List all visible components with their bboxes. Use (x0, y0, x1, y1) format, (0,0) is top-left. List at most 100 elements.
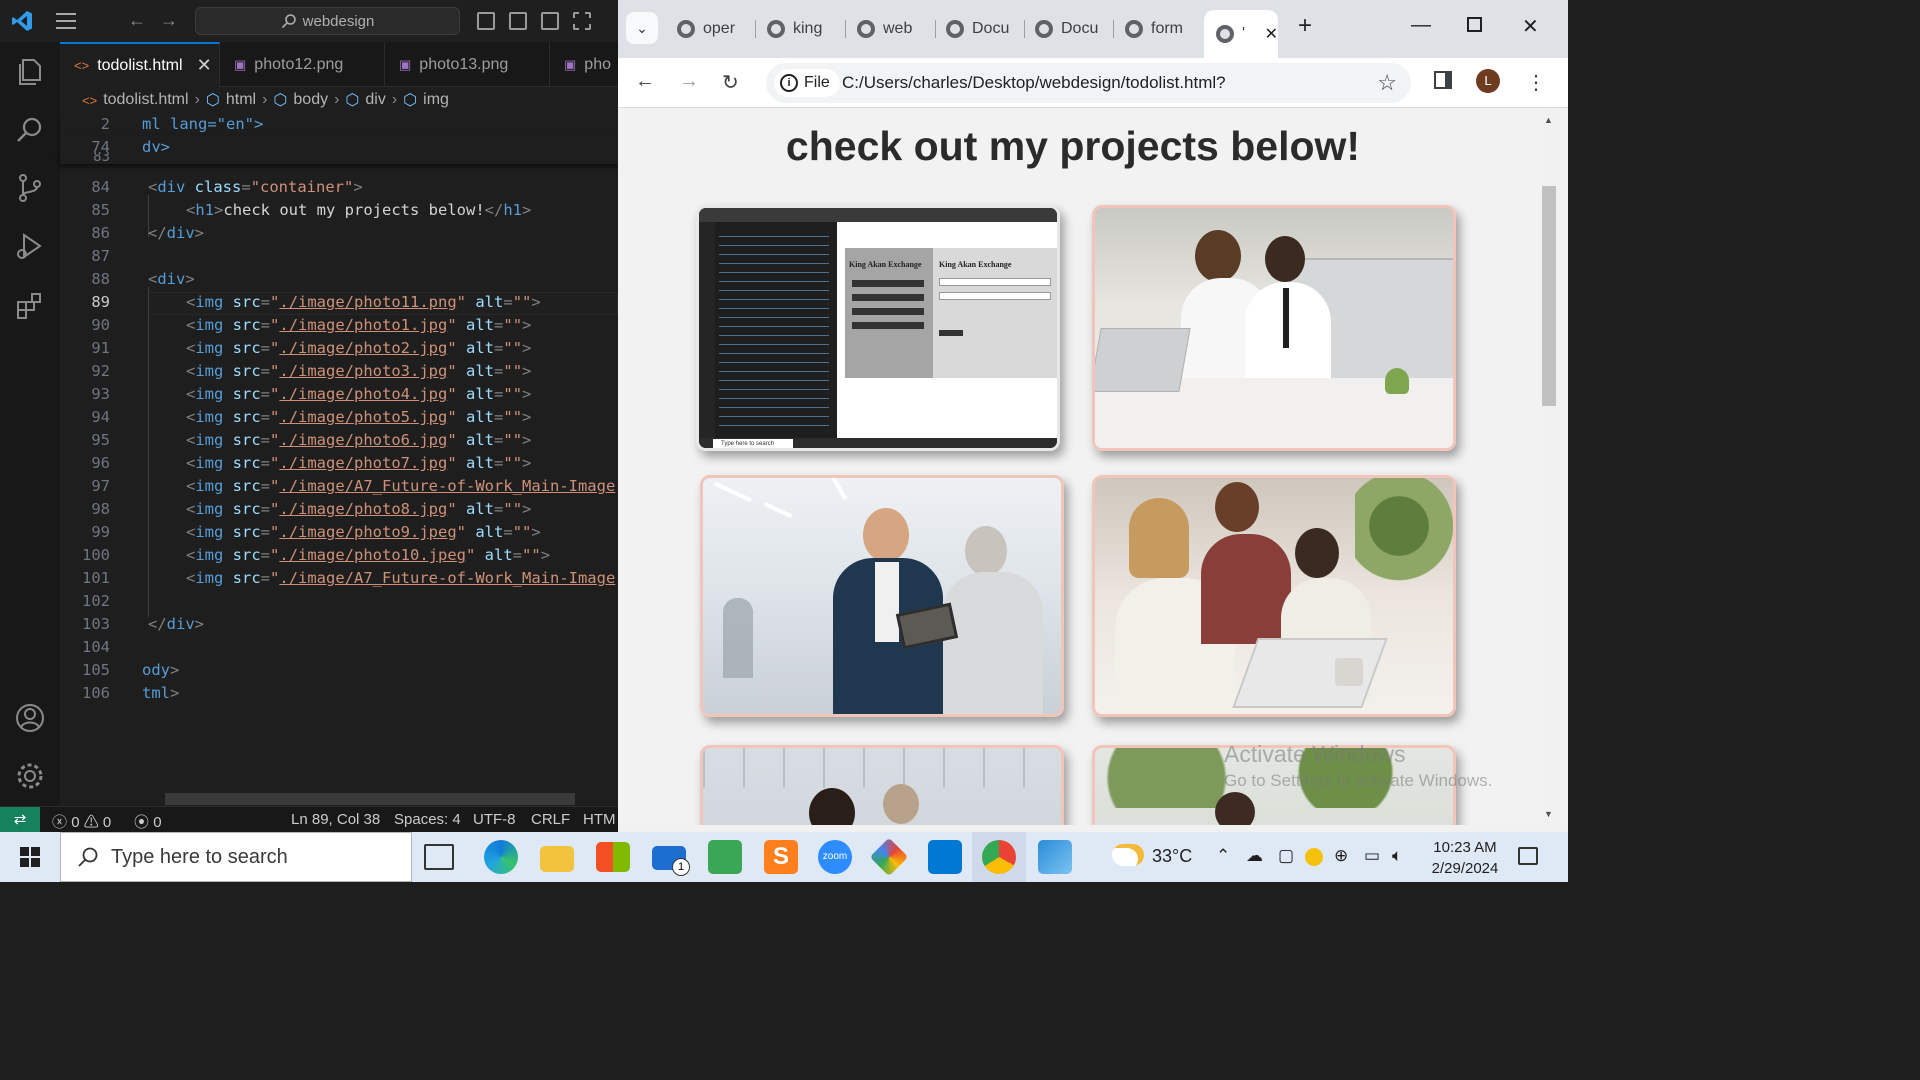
ports-indicator[interactable]: ⦿ 0 (134, 811, 162, 832)
scroll-up-arrow-icon[interactable]: ▲ (1544, 115, 1553, 125)
code-line[interactable]: 89 <img src="./image/photo11.png" alt=""> (60, 291, 618, 314)
code-line[interactable]: 95 <img src="./image/photo6.jpg" alt=""> (60, 429, 618, 452)
breadcrumb-file[interactable]: todolist.html (103, 91, 188, 109)
code-line[interactable]: 101 <img src="./image/A7_Future-of-Work_M… (60, 567, 618, 590)
code-line[interactable]: 105 ody> (60, 659, 618, 682)
close-tab-icon[interactable]: ✕ (197, 55, 212, 76)
volume-icon[interactable]: 🔈︎ (1392, 846, 1402, 866)
url-text[interactable]: C:/Users/charles/Desktop/webdesign/todol… (842, 73, 1226, 93)
code-line[interactable]: 88 <div> (60, 268, 618, 291)
scroll-down-arrow-icon[interactable]: ▼ (1544, 809, 1553, 819)
file-explorer-icon[interactable] (540, 846, 574, 872)
code-line[interactable]: 104 (60, 636, 618, 659)
photos-app-icon[interactable] (1038, 840, 1072, 874)
site-info-chip[interactable]: i File (774, 69, 840, 97)
tab-photo13-png[interactable]: ▣ photo13.png (385, 42, 550, 87)
code-line[interactable]: 103 </div> (60, 613, 618, 636)
address-bar[interactable]: i File C:/Users/charles/Desktop/webdesig… (766, 63, 1411, 103)
code-line[interactable]: 94 <img src="./image/photo5.jpg" alt=""> (60, 406, 618, 429)
code-line[interactable]: 85 <h1>check out my projects below!</h1> (60, 199, 618, 222)
code-line[interactable]: 100 <img src="./image/photo10.jpeg" alt="… (60, 544, 618, 567)
windows-start-icon[interactable] (20, 847, 40, 867)
weather-temperature[interactable]: 33°C (1152, 846, 1192, 867)
code-line[interactable]: 86 </div> (60, 222, 618, 245)
sublime-text-icon[interactable]: S (764, 840, 798, 874)
extensions-icon[interactable] (14, 290, 46, 322)
zoom-icon[interactable]: zoom (818, 840, 852, 874)
chrome-tab-2[interactable]: king (767, 12, 835, 46)
minimize-icon[interactable]: — (1411, 14, 1431, 37)
weather-cloud-icon[interactable] (1112, 844, 1144, 866)
language-mode[interactable]: HTM (583, 811, 616, 828)
code-line[interactable]: 84 <div class="container"> (60, 176, 618, 199)
chrome-tab-active[interactable]: ' ✕ (1204, 10, 1278, 58)
indentation[interactable]: Spaces: 4 (394, 811, 461, 828)
close-window-icon[interactable]: ✕ (1522, 14, 1539, 39)
chrome-tab-3[interactable]: web (857, 12, 925, 46)
code-line[interactable]: 90 <img src="./image/photo1.jpg" alt=""> (60, 314, 618, 337)
side-panel-icon[interactable] (1434, 71, 1452, 89)
breadcrumb-img[interactable]: img (423, 91, 449, 109)
chrome-tab-4[interactable]: Docu (946, 12, 1014, 46)
kebab-menu-icon[interactable]: ⋮ (1526, 70, 1546, 95)
battery-icon[interactable]: ▭ (1364, 846, 1380, 866)
end-of-line[interactable]: CRLF (531, 811, 570, 828)
explorer-icon[interactable] (14, 56, 46, 88)
vscode-logo-icon[interactable] (10, 9, 34, 33)
chrome-tab-6[interactable]: form (1125, 12, 1200, 46)
command-center[interactable]: webdesign (195, 7, 460, 35)
bookmark-star-icon[interactable]: ☆ (1377, 70, 1397, 96)
tab-photo12-png[interactable]: ▣ photo12.png (220, 42, 385, 87)
sticky-line[interactable]: 2 ml lang="en"> (60, 113, 618, 136)
breadcrumb-html[interactable]: html (226, 91, 256, 109)
code-line[interactable]: 87 (60, 245, 618, 268)
cursor-position[interactable]: Ln 89, Col 38 (291, 811, 380, 828)
code-editor[interactable]: 2 ml lang="en"> 74 dy> 83 84 <div class="cont… (60, 113, 618, 793)
close-tab-icon[interactable]: ✕ (1265, 24, 1278, 44)
code-line[interactable]: 93 <img src="./image/photo4.jpg" alt=""> (60, 383, 618, 406)
task-view-icon[interactable] (424, 844, 454, 870)
microsoft-store-icon[interactable] (596, 842, 630, 872)
show-hidden-icons-chevron-icon[interactable]: ⌃ (1216, 846, 1230, 866)
language-globe-icon[interactable]: ⊕ (1334, 846, 1348, 866)
source-control-icon[interactable] (14, 172, 46, 204)
horizontal-scrollbar[interactable] (165, 793, 575, 805)
app-tray-icon[interactable] (1305, 848, 1323, 866)
reload-icon[interactable]: ↻ (722, 70, 739, 95)
chrome-tab-5[interactable]: Docu (1035, 12, 1103, 46)
forward-arrow-icon[interactable]: → (679, 70, 699, 93)
tab-todolist-html[interactable]: <> todolist.html ✕ (60, 42, 220, 87)
toggle-secondary-sidebar-icon[interactable] (541, 12, 559, 30)
meet-app-icon[interactable] (708, 840, 742, 874)
settings-gear-icon[interactable] (14, 760, 46, 792)
code-line[interactable]: 106 tml> (60, 682, 618, 705)
notifications-icon[interactable] (1518, 847, 1538, 865)
back-arrow-icon[interactable]: ← (128, 10, 146, 31)
code-line[interactable]: 99 <img src="./image/photo9.jpeg" alt=""> (60, 521, 618, 544)
tab-partial[interactable]: ▣ pho (550, 42, 618, 87)
profile-avatar[interactable]: L (1476, 69, 1500, 93)
onedrive-cloud-icon[interactable]: ☁ (1246, 846, 1263, 866)
code-line[interactable]: 91 <img src="./image/photo2.jpg" alt=""> (60, 337, 618, 360)
forward-arrow-icon[interactable]: → (160, 10, 178, 31)
search-icon[interactable] (14, 114, 46, 146)
breadcrumb-div[interactable]: div (365, 91, 385, 109)
back-arrow-icon[interactable]: ← (635, 70, 655, 93)
code-line[interactable]: 92 <img src="./image/photo3.jpg" alt=""> (60, 360, 618, 383)
code-line[interactable]: 102 (60, 590, 618, 613)
code-line[interactable]: 98 <img src="./image/photo8.jpg" alt=""> (60, 498, 618, 521)
maximize-icon[interactable] (1467, 17, 1482, 32)
taskbar-clock[interactable]: 10:23 AM 2/29/2024 (1420, 837, 1510, 879)
page-vertical-scrollbar[interactable]: ▲ ▼ (1540, 109, 1558, 825)
encoding[interactable]: UTF-8 (473, 811, 516, 828)
edge-browser-icon[interactable] (484, 840, 518, 874)
customize-layout-icon[interactable] (573, 12, 591, 30)
code-line[interactable]: 96 <img src="./image/photo7.jpg" alt=""> (60, 452, 618, 475)
sticky-line[interactable]: 83 (60, 152, 618, 164)
accounts-icon[interactable] (14, 702, 46, 734)
run-debug-icon[interactable] (14, 230, 46, 262)
taskbar-search-box[interactable]: Type here to search (60, 832, 412, 882)
toggle-primary-sidebar-icon[interactable] (477, 12, 495, 30)
remote-indicator-icon[interactable]: ⇄ (0, 807, 40, 832)
vscode-taskbar-icon[interactable] (928, 840, 962, 874)
